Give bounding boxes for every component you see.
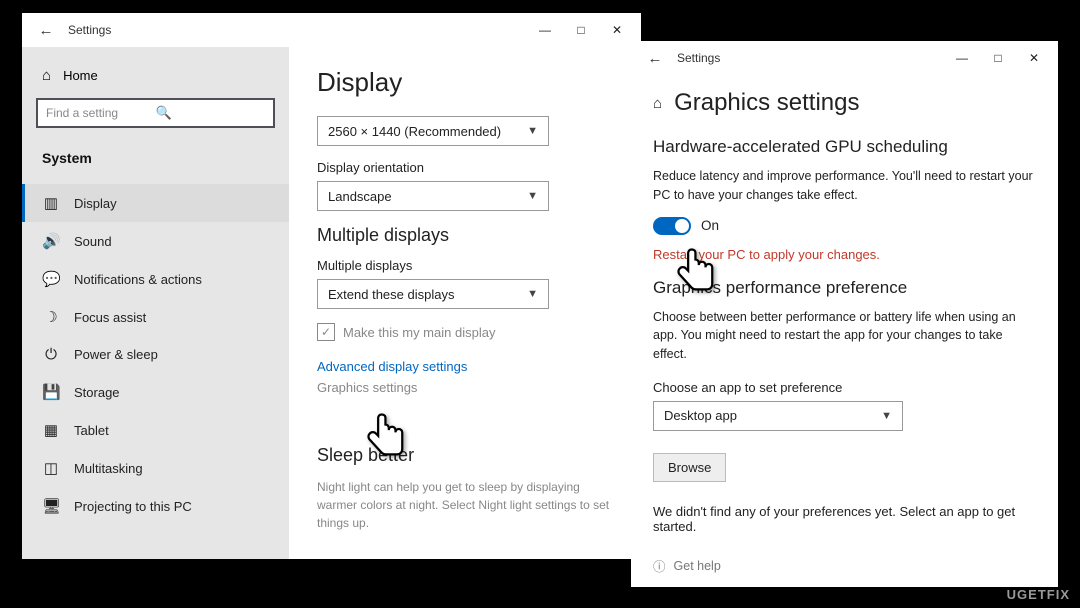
- chevron-down-icon: ▼: [527, 288, 538, 300]
- sidebar-item-tablet[interactable]: ▦ Tablet: [22, 411, 289, 449]
- nav-label: Multitasking: [74, 461, 143, 476]
- multiple-displays-label: Multiple displays: [317, 258, 613, 273]
- chevron-down-icon: ▼: [881, 410, 892, 422]
- back-arrow-icon[interactable]: ←: [28, 22, 64, 39]
- minimize-button[interactable]: ―: [527, 13, 563, 47]
- get-help-link[interactable]: ⓘ Get help: [653, 556, 721, 575]
- toggle-knob: [675, 219, 689, 233]
- nav-label: Power & sleep: [74, 347, 158, 362]
- window-controls: ― □ ✕: [527, 13, 635, 47]
- nav-label: Projecting to this PC: [74, 499, 192, 514]
- notif-icon: 💬: [42, 270, 60, 288]
- orientation-value: Landscape: [328, 189, 392, 204]
- sidebar: ⌂ Home Find a setting 🔍 System ▥ Display 🔊…: [22, 47, 289, 559]
- checkbox-icon: ✓: [317, 323, 335, 341]
- display-icon: ▥: [42, 194, 60, 212]
- gpu-scheduling-description: Reduce latency and improve performance. …: [653, 167, 1036, 205]
- browse-button[interactable]: Browse: [653, 453, 726, 482]
- watermark: UGETFIX: [1007, 587, 1070, 602]
- nav-label: Display: [74, 196, 117, 211]
- sidebar-item-multitasking[interactable]: ◫ Multitasking: [22, 449, 289, 487]
- main-display-label: Make this my main display: [343, 325, 495, 340]
- multiple-displays-dropdown[interactable]: Extend these displays ▼: [317, 279, 549, 309]
- minimize-button[interactable]: ―: [944, 41, 980, 75]
- main-content: Display 2560 × 1440 (Recommended) ▼ Disp…: [289, 47, 641, 559]
- project-icon: 🖥: [42, 497, 60, 515]
- gpu-toggle[interactable]: [653, 217, 691, 235]
- nav-label: Tablet: [74, 423, 109, 438]
- toggle-state-label: On: [701, 218, 719, 233]
- layout: ⌂ Home Find a setting 🔍 System ▥ Display 🔊…: [22, 47, 641, 559]
- restart-message: Restart your PC to apply your changes.: [653, 247, 1036, 262]
- nav-label: Notifications & actions: [74, 272, 202, 287]
- sound-icon: 🔊: [42, 232, 60, 250]
- window-controls: ― □ ✕: [944, 41, 1052, 75]
- multiple-displays-heading: Multiple displays: [317, 225, 613, 246]
- nav-label: Storage: [74, 385, 120, 400]
- sidebar-item-power-sleep[interactable]: ⏻ Power & sleep: [22, 336, 289, 373]
- nav-label: Sound: [74, 234, 112, 249]
- app-type-dropdown[interactable]: Desktop app ▼: [653, 401, 903, 431]
- main-content: ⌂ Graphics settings Hardware-accelerated…: [631, 75, 1058, 534]
- orientation-dropdown[interactable]: Landscape ▼: [317, 181, 549, 211]
- sidebar-item-projecting-to-this-pc[interactable]: 🖥 Projecting to this PC: [22, 487, 289, 525]
- resolution-dropdown[interactable]: 2560 × 1440 (Recommended) ▼: [317, 116, 549, 146]
- main-display-checkbox: ✓ Make this my main display: [317, 323, 613, 341]
- titlebar: ← Settings ― □ ✕: [22, 13, 641, 47]
- search-input[interactable]: Find a setting 🔍: [36, 98, 275, 128]
- chevron-down-icon: ▼: [527, 125, 538, 137]
- back-arrow-icon[interactable]: ←: [637, 50, 673, 67]
- resolution-value: 2560 × 1440 (Recommended): [328, 124, 501, 139]
- search-icon: 🔍: [156, 105, 266, 121]
- close-button[interactable]: ✕: [1016, 41, 1052, 75]
- performance-preference-description: Choose between better performance or bat…: [653, 308, 1036, 364]
- power-icon: ⏻: [42, 346, 60, 363]
- nav-label: Focus assist: [74, 310, 146, 325]
- close-button[interactable]: ✕: [599, 13, 635, 47]
- sidebar-item-display[interactable]: ▥ Display: [22, 184, 289, 222]
- home-label: Home: [63, 68, 98, 83]
- search-placeholder: Find a setting: [46, 106, 156, 120]
- storage-icon: 💾: [42, 383, 60, 401]
- sleep-better-heading: Sleep better: [317, 445, 613, 466]
- titlebar: ← Settings ― □ ✕: [631, 41, 1058, 75]
- app-title: Settings: [673, 51, 944, 65]
- settings-window-display: ← Settings ― □ ✕ ⌂ Home Find a setting 🔍…: [22, 13, 641, 559]
- sidebar-item-notifications-actions[interactable]: 💬 Notifications & actions: [22, 260, 289, 298]
- page-title: Graphics settings: [674, 89, 859, 117]
- sidebar-item-focus-assist[interactable]: ☽ Focus assist: [22, 298, 289, 336]
- home-icon[interactable]: ⌂: [653, 95, 662, 112]
- settings-window-graphics: ← Settings ― □ ✕ ⌂ Graphics settings Har…: [631, 41, 1058, 587]
- gpu-scheduling-heading: Hardware-accelerated GPU scheduling: [653, 137, 1036, 157]
- tablet-icon: ▦: [42, 421, 60, 439]
- sleep-better-description: Night light can help you get to sleep by…: [317, 478, 613, 532]
- graphics-settings-link[interactable]: Graphics settings: [317, 380, 613, 395]
- maximize-button[interactable]: □: [980, 41, 1016, 75]
- gpu-toggle-row: On: [653, 217, 1036, 235]
- advanced-display-link[interactable]: Advanced display settings: [317, 359, 613, 374]
- chevron-down-icon: ▼: [527, 190, 538, 202]
- sidebar-home[interactable]: ⌂ Home: [22, 61, 289, 98]
- sidebar-item-sound[interactable]: 🔊 Sound: [22, 222, 289, 260]
- sidebar-item-storage[interactable]: 💾 Storage: [22, 373, 289, 411]
- choose-app-label: Choose an app to set preference: [653, 380, 1036, 395]
- sidebar-system-header: System: [22, 144, 289, 184]
- multiple-displays-value: Extend these displays: [328, 287, 454, 302]
- multi-icon: ◫: [42, 459, 60, 477]
- focus-icon: ☽: [42, 308, 60, 326]
- maximize-button[interactable]: □: [563, 13, 599, 47]
- performance-preference-heading: Graphics performance preference: [653, 278, 1036, 298]
- no-preferences-message: We didn't find any of your preferences y…: [653, 504, 1036, 534]
- app-title: Settings: [64, 23, 527, 37]
- app-type-value: Desktop app: [664, 408, 737, 423]
- home-icon: ⌂: [42, 67, 51, 84]
- help-icon: ⓘ: [653, 556, 666, 575]
- get-help-label: Get help: [674, 559, 721, 573]
- orientation-label: Display orientation: [317, 160, 613, 175]
- page-title: Display: [317, 67, 613, 98]
- page-title-row: ⌂ Graphics settings: [653, 89, 1036, 117]
